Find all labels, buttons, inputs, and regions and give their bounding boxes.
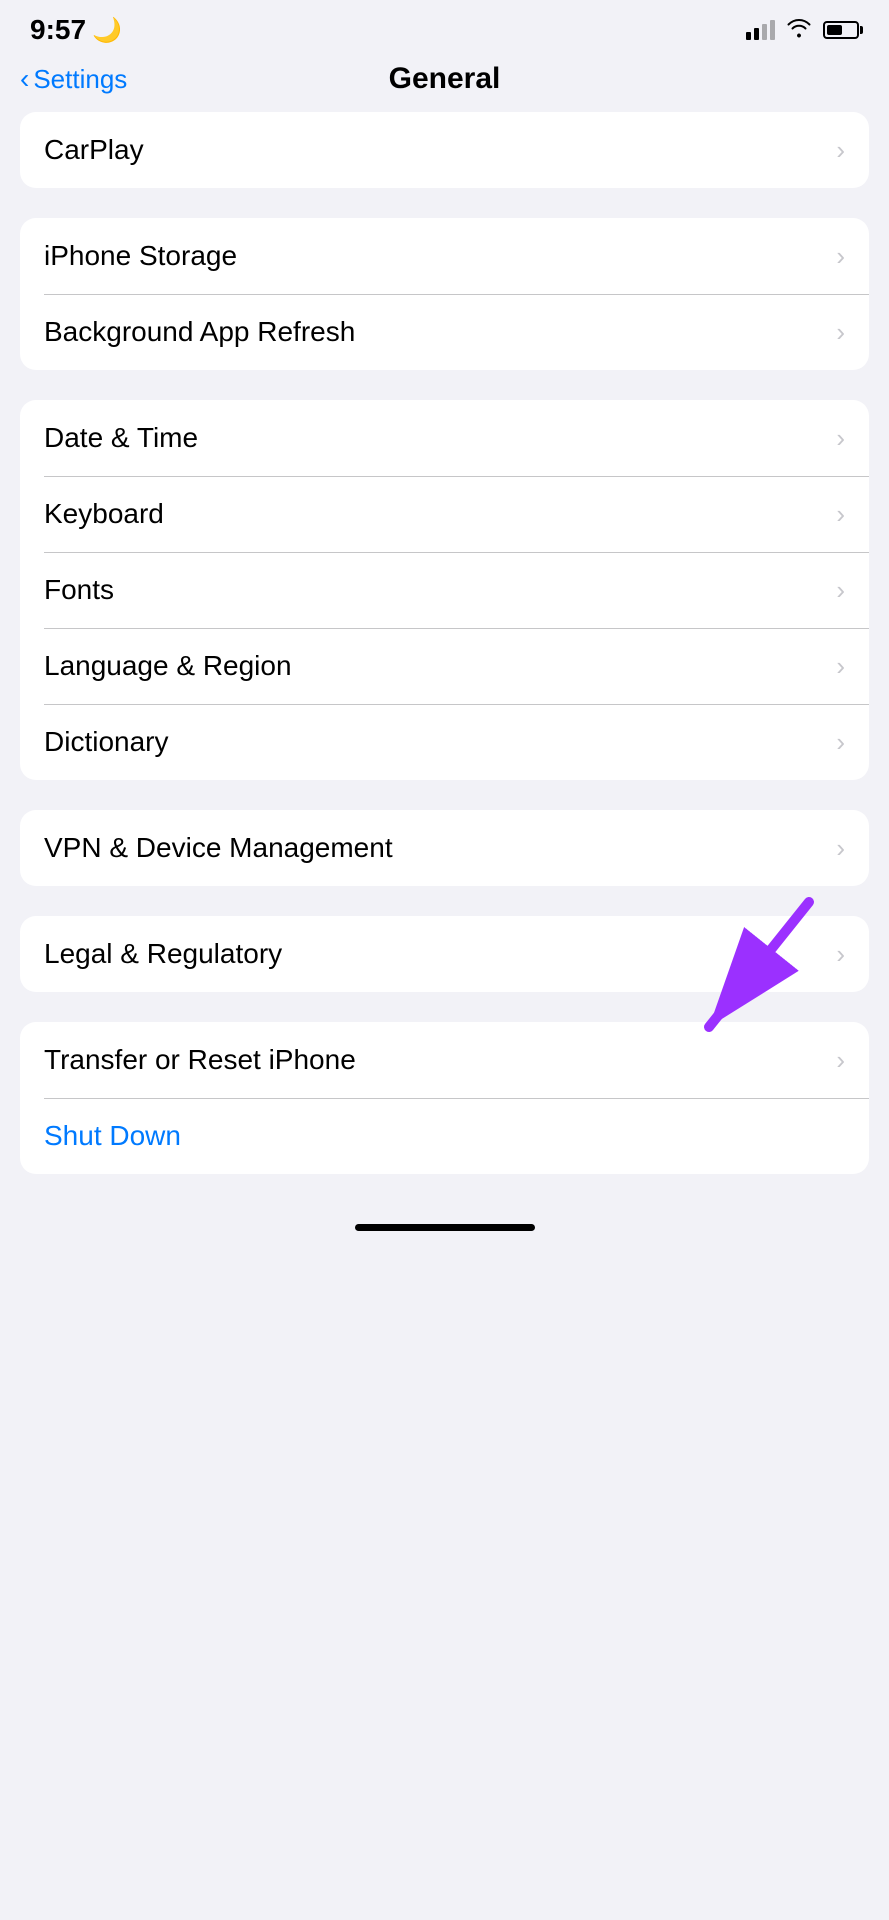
vpn-device-management-label: VPN & Device Management: [44, 832, 393, 864]
reset-section: Transfer or Reset iPhone › Shut Down: [20, 1022, 869, 1174]
background-app-refresh-label: Background App Refresh: [44, 316, 355, 348]
carplay-section: CarPlay ›: [20, 112, 869, 188]
date-time-row[interactable]: Date & Time ›: [20, 400, 869, 476]
page-title: General: [389, 62, 501, 96]
date-time-chevron-icon: ›: [836, 423, 845, 454]
background-app-refresh-row[interactable]: Background App Refresh ›: [20, 294, 869, 370]
transfer-reset-label: Transfer or Reset iPhone: [44, 1044, 356, 1076]
dictionary-label: Dictionary: [44, 726, 168, 758]
wifi-icon: [785, 16, 813, 44]
storage-section: iPhone Storage › Background App Refresh …: [20, 218, 869, 370]
navigation-bar: ‹ Settings General: [0, 54, 889, 112]
locale-section: Date & Time › Keyboard › Fonts › Languag…: [20, 400, 869, 780]
carplay-label: CarPlay: [44, 134, 144, 166]
language-region-chevron-icon: ›: [836, 651, 845, 682]
transfer-reset-row[interactable]: Transfer or Reset iPhone ›: [20, 1022, 869, 1098]
status-time: 9:57 🌙: [30, 14, 122, 46]
iphone-storage-label: iPhone Storage: [44, 240, 237, 272]
iphone-storage-row[interactable]: iPhone Storage ›: [20, 218, 869, 294]
status-bar: 9:57 🌙: [0, 0, 889, 54]
keyboard-label: Keyboard: [44, 498, 164, 530]
signal-icon: [746, 20, 775, 40]
back-label: Settings: [33, 64, 127, 95]
settings-content: CarPlay › iPhone Storage › Background Ap…: [0, 112, 889, 1174]
carplay-row[interactable]: CarPlay ›: [20, 112, 869, 188]
reset-section-container: Transfer or Reset iPhone › Shut Down: [20, 1022, 869, 1174]
dictionary-row[interactable]: Dictionary ›: [20, 704, 869, 780]
moon-icon: 🌙: [92, 16, 122, 45]
keyboard-chevron-icon: ›: [836, 499, 845, 530]
shut-down-row[interactable]: Shut Down: [20, 1098, 869, 1174]
carplay-chevron-icon: ›: [836, 135, 845, 166]
vpn-section: VPN & Device Management ›: [20, 810, 869, 886]
language-region-row[interactable]: Language & Region ›: [20, 628, 869, 704]
legal-regulatory-label: Legal & Regulatory: [44, 938, 282, 970]
home-indicator: [0, 1204, 889, 1247]
background-app-refresh-chevron-icon: ›: [836, 317, 845, 348]
keyboard-row[interactable]: Keyboard ›: [20, 476, 869, 552]
vpn-device-management-chevron-icon: ›: [836, 833, 845, 864]
date-time-label: Date & Time: [44, 422, 198, 454]
fonts-chevron-icon: ›: [836, 575, 845, 606]
legal-regulatory-chevron-icon: ›: [836, 939, 845, 970]
language-region-label: Language & Region: [44, 650, 292, 682]
fonts-row[interactable]: Fonts ›: [20, 552, 869, 628]
legal-section: Legal & Regulatory ›: [20, 916, 869, 992]
shut-down-label: Shut Down: [44, 1120, 181, 1152]
back-button[interactable]: ‹ Settings: [20, 64, 127, 95]
iphone-storage-chevron-icon: ›: [836, 241, 845, 272]
home-bar: [355, 1224, 535, 1231]
dictionary-chevron-icon: ›: [836, 727, 845, 758]
vpn-device-management-row[interactable]: VPN & Device Management ›: [20, 810, 869, 886]
time-display: 9:57: [30, 14, 86, 46]
legal-regulatory-row[interactable]: Legal & Regulatory ›: [20, 916, 869, 992]
status-icons: [746, 16, 859, 44]
fonts-label: Fonts: [44, 574, 114, 606]
transfer-reset-chevron-icon: ›: [836, 1045, 845, 1076]
battery-icon: [823, 21, 859, 39]
back-chevron-icon: ‹: [20, 65, 29, 93]
